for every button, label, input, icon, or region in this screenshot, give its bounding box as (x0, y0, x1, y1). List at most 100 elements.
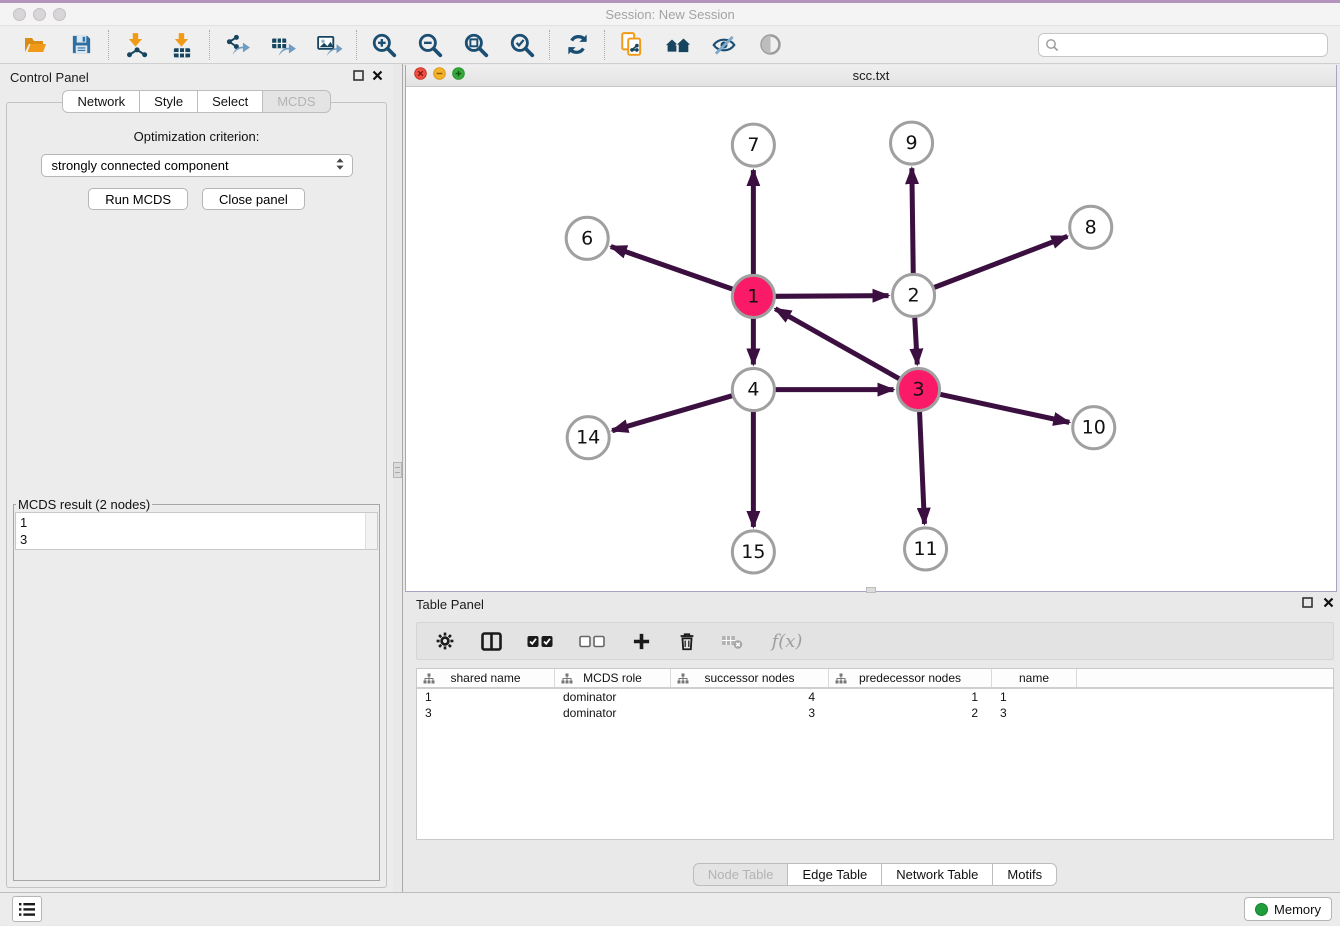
column-header-label: name (1019, 671, 1049, 685)
column-header-label: shared name (450, 671, 520, 685)
node-3[interactable]: 3 (898, 369, 940, 411)
edge-1-to-6[interactable] (611, 247, 733, 290)
open-session-icon[interactable] (21, 31, 49, 59)
clone-network-icon[interactable] (618, 31, 646, 59)
delete-column-icon[interactable] (675, 629, 699, 653)
svg-text:11: 11 (913, 538, 937, 560)
table-cell[interactable]: dominator (555, 689, 671, 705)
edge-3-to-1[interactable] (775, 309, 899, 379)
table-cell[interactable]: 2 (829, 705, 992, 721)
table-cell[interactable]: dominator (555, 705, 671, 721)
node-2[interactable]: 2 (893, 274, 935, 316)
function-builder-icon[interactable]: f(x) (767, 629, 807, 653)
add-column-icon[interactable] (629, 629, 653, 653)
houses-icon[interactable] (664, 31, 692, 59)
control-tab-select[interactable]: Select (197, 90, 263, 113)
close-panel-icon[interactable] (372, 68, 383, 86)
edge-3-to-10[interactable] (940, 394, 1069, 422)
table-cell[interactable]: 3 (417, 705, 555, 721)
table-tab-network-table[interactable]: Network Table (881, 863, 993, 886)
import-network-icon[interactable] (122, 31, 150, 59)
svg-text:4: 4 (747, 379, 759, 401)
export-image-icon[interactable] (315, 31, 343, 59)
optimization-criterion-label: Optimization criterion: (7, 129, 386, 144)
control-tab-mcds[interactable]: MCDS (262, 90, 330, 113)
node-1[interactable]: 1 (732, 275, 774, 317)
import-table-icon[interactable] (168, 31, 196, 59)
run-mcds-button[interactable]: Run MCDS (88, 188, 188, 210)
settings-gear-icon[interactable] (433, 629, 457, 653)
float-panel-icon[interactable] (353, 68, 364, 86)
table-cell[interactable]: 1 (417, 689, 555, 705)
node-10[interactable]: 10 (1073, 407, 1115, 449)
search-input[interactable] (1038, 33, 1328, 57)
table-tabs: Node TableEdge TableNetwork TableMotifs (416, 863, 1334, 886)
hide-graphics-details-icon[interactable] (710, 31, 738, 59)
refresh-view-icon[interactable] (563, 31, 591, 59)
float-table-panel-icon[interactable] (1302, 595, 1313, 613)
edge-2-to-8[interactable] (934, 236, 1067, 287)
network-graph[interactable]: 7 9 6 8 1 2 4 3 14 10 15 11 (406, 87, 1336, 591)
statusbar: Memory (0, 892, 1340, 925)
zoom-selected-icon[interactable] (508, 31, 536, 59)
edge-4-to-14[interactable] (612, 396, 732, 431)
node-9[interactable]: 9 (891, 122, 933, 164)
control-tab-style[interactable]: Style (139, 90, 198, 113)
table-row[interactable]: 3dominator323 (417, 705, 1333, 721)
network-canvas[interactable]: 7 9 6 8 1 2 4 3 14 10 15 11 (406, 87, 1336, 591)
columns-icon[interactable] (479, 629, 503, 653)
table-cell[interactable]: 4 (671, 689, 829, 705)
zoom-out-icon[interactable] (416, 31, 444, 59)
node-14[interactable]: 14 (567, 417, 609, 459)
table-tab-motifs[interactable]: Motifs (992, 863, 1057, 886)
node-11[interactable]: 11 (905, 528, 947, 570)
node-6[interactable]: 6 (566, 217, 608, 259)
close-table-panel-icon[interactable] (1323, 595, 1334, 613)
window-title: Session: New Session (0, 7, 1340, 22)
edge-2-to-9[interactable] (912, 168, 913, 273)
table-cell[interactable]: 3 (992, 705, 1077, 721)
close-panel-button[interactable]: Close panel (202, 188, 305, 210)
delete-table-icon[interactable] (721, 629, 745, 653)
column-header-MCDS-role[interactable]: MCDS role (555, 669, 671, 687)
node-4[interactable]: 4 (732, 369, 774, 411)
svg-text:8: 8 (1085, 216, 1097, 238)
memory-button[interactable]: Memory (1244, 897, 1332, 921)
svg-text:2: 2 (907, 284, 919, 306)
node-8[interactable]: 8 (1070, 206, 1112, 248)
column-header-shared-name[interactable]: shared name (417, 669, 555, 687)
edge-1-to-2[interactable] (775, 296, 888, 297)
export-table-icon[interactable] (269, 31, 297, 59)
svg-text:10: 10 (1082, 417, 1106, 439)
sort-tree-icon (677, 673, 689, 684)
edge-2-to-3[interactable] (915, 317, 918, 364)
zoom-in-icon[interactable] (370, 31, 398, 59)
canvas-resize-grip[interactable] (866, 587, 876, 593)
panel-splitter[interactable] (393, 64, 403, 892)
control-tab-network[interactable]: Network (62, 90, 140, 113)
node-table: shared name MCDS rolesuccessor nodesprede… (416, 668, 1334, 840)
node-15[interactable]: 15 (732, 531, 774, 573)
column-header-predecessor-nodes[interactable]: predecessor nodes (829, 669, 992, 687)
deselect-all-icon[interactable] (577, 629, 607, 653)
table-cell[interactable]: 1 (992, 689, 1077, 705)
export-network-icon[interactable] (223, 31, 251, 59)
edge-3-to-11[interactable] (920, 412, 925, 524)
node-7[interactable]: 7 (732, 124, 774, 166)
table-cell[interactable]: 1 (829, 689, 992, 705)
birdseye-view-icon[interactable] (756, 31, 784, 59)
table-tab-node-table[interactable]: Node Table (693, 863, 789, 886)
show-panels-button[interactable] (12, 896, 42, 922)
column-header-name[interactable]: name (992, 669, 1077, 687)
mcds-result-line: 3 (20, 531, 361, 548)
column-header-successor-nodes[interactable]: successor nodes (671, 669, 829, 687)
table-cell[interactable]: 3 (671, 705, 829, 721)
zoom-fit-icon[interactable] (462, 31, 490, 59)
table-tab-edge-table[interactable]: Edge Table (787, 863, 882, 886)
save-session-icon[interactable] (67, 31, 95, 59)
result-scrollbar[interactable] (365, 513, 377, 549)
splitter-grip[interactable] (393, 462, 402, 478)
criterion-select[interactable]: strongly connected component (41, 154, 353, 177)
select-all-icon[interactable] (525, 629, 555, 653)
table-row[interactable]: 1dominator411 (417, 689, 1333, 705)
